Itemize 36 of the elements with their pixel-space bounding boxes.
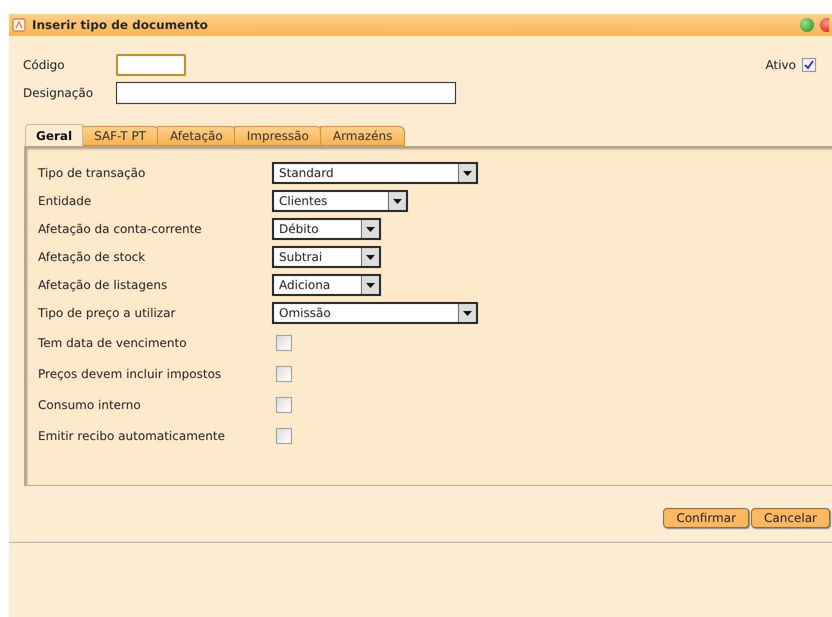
checkbox-label: Ativo	[766, 57, 796, 74]
checkbox[interactable]	[276, 396, 292, 412]
active-checkbox[interactable]	[802, 58, 816, 72]
dropdown[interactable]: Débito	[272, 218, 381, 240]
field-label: Tipo de preço a utilizar	[38, 305, 176, 322]
checkbox[interactable]	[276, 334, 292, 350]
field-label: Afetação de listagens	[38, 277, 168, 294]
tab[interactable]: SAF-T PT	[81, 126, 160, 146]
tab[interactable]: Armazéns	[320, 126, 406, 146]
window-title: Inserir tipo de documento	[32, 17, 208, 34]
field-label: Código	[23, 57, 66, 74]
field-label: Afetação de stock	[38, 249, 146, 266]
field-label: Consumo interno	[38, 396, 142, 414]
checkbox[interactable]	[276, 366, 292, 382]
tab[interactable]: Afetação	[157, 126, 236, 146]
field-label: Tem data de vencimento	[38, 334, 188, 352]
designation-field[interactable]	[116, 82, 456, 104]
checkbox[interactable]	[276, 428, 292, 444]
field-label: Emitir recibo automaticamente	[38, 428, 226, 444]
dropdown[interactable]: Clientes	[272, 190, 408, 212]
field-label: Preços devem incluir impostos	[38, 366, 222, 382]
dropdown[interactable]: Adiciona	[272, 274, 381, 296]
dropdown[interactable]: Omissão	[272, 302, 478, 324]
field-label: Designação	[23, 85, 94, 102]
field-label: Tipo de transação	[38, 165, 146, 182]
close-icon[interactable]	[820, 18, 829, 32]
action-button[interactable]: Confirmar	[663, 508, 750, 528]
dropdown[interactable]: Subtrai	[272, 246, 381, 268]
action-button[interactable]: Cancelar	[751, 508, 830, 528]
field-label: Entidade	[38, 193, 92, 210]
field-label: Afetação da conta-corrente	[38, 221, 203, 238]
code-field[interactable]	[116, 54, 186, 76]
tab[interactable]: Impressão	[234, 126, 322, 146]
document-icon	[12, 18, 26, 32]
tab[interactable]: Geral	[25, 124, 84, 146]
dropdown[interactable]: Standard	[272, 162, 478, 184]
